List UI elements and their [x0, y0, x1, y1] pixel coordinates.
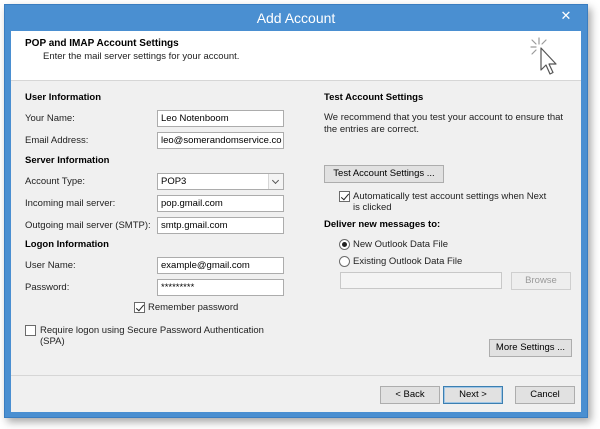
- close-icon[interactable]: ✕: [549, 6, 583, 26]
- incoming-server-label: Incoming mail server:: [25, 198, 116, 209]
- add-account-window: Add Account ✕ POP and IMAP Account Setti…: [4, 4, 588, 418]
- password-label: Password:: [25, 282, 70, 293]
- new-data-file-radio[interactable]: [339, 239, 350, 250]
- username-field[interactable]: example@gmail.com: [157, 257, 284, 274]
- password-field[interactable]: *********: [157, 279, 284, 296]
- user-info-heading: User Information: [25, 92, 102, 103]
- auto-test-line2: is clicked: [353, 202, 392, 213]
- server-info-heading: Server Information: [25, 155, 110, 166]
- remember-password-label: Remember password: [148, 302, 239, 313]
- page-title: POP and IMAP Account Settings: [25, 38, 179, 49]
- existing-data-file-label: Existing Outlook Data File: [353, 256, 463, 267]
- email-address-label: Email Address:: [25, 135, 89, 146]
- account-type-select[interactable]: POP3: [157, 173, 284, 190]
- test-settings-heading: Test Account Settings: [324, 92, 424, 103]
- outgoing-server-label: Outgoing mail server (SMTP):: [25, 220, 151, 231]
- next-button[interactable]: Next >: [443, 386, 503, 404]
- test-settings-description: We recommend that you test your account …: [324, 112, 563, 136]
- deliver-messages-heading: Deliver new messages to:: [324, 219, 441, 230]
- spa-label-line2: (SPA): [40, 336, 65, 347]
- test-description-line2: the entries are correct.: [324, 124, 420, 135]
- test-account-settings-button[interactable]: Test Account Settings ...: [324, 165, 444, 183]
- new-data-file-label: New Outlook Data File: [353, 239, 449, 250]
- page-subtitle: Enter the mail server settings for your …: [43, 51, 240, 62]
- spa-label-line1: Require logon using Secure Password Auth…: [40, 325, 264, 336]
- remember-password-checkbox[interactable]: [134, 302, 145, 313]
- sparkle-cursor-icon: [530, 37, 557, 75]
- footer-divider: [11, 375, 581, 376]
- title-bar[interactable]: Add Account ✕: [5, 5, 587, 31]
- back-button[interactable]: < Back: [380, 386, 440, 404]
- test-description-line1: We recommend that you test your account …: [324, 112, 564, 123]
- outgoing-server-field[interactable]: smtp.gmail.com: [157, 217, 284, 234]
- logon-info-heading: Logon Information: [25, 239, 109, 250]
- account-type-label: Account Type:: [25, 176, 86, 187]
- existing-data-file-radio[interactable]: [339, 256, 350, 267]
- your-name-label: Your Name:: [25, 113, 75, 124]
- spa-label: Require logon using Secure Password Auth…: [40, 325, 264, 347]
- spa-checkbox[interactable]: [25, 325, 36, 336]
- username-label: User Name:: [25, 260, 76, 271]
- your-name-field[interactable]: Leo Notenboom: [157, 110, 284, 127]
- account-type-value: POP3: [161, 176, 187, 187]
- dialog-header: POP and IMAP Account Settings Enter the …: [11, 31, 581, 81]
- window-title: Add Account: [256, 10, 336, 26]
- auto-test-checkbox[interactable]: [339, 191, 350, 202]
- browse-button[interactable]: Browse: [511, 272, 571, 290]
- existing-data-file-path[interactable]: [340, 272, 502, 289]
- cancel-button[interactable]: Cancel: [515, 386, 575, 404]
- auto-test-label: Automatically test account settings when…: [353, 191, 546, 213]
- incoming-server-field[interactable]: pop.gmail.com: [157, 195, 284, 212]
- dialog-content: POP and IMAP Account Settings Enter the …: [11, 31, 581, 412]
- auto-test-line1: Automatically test account settings when…: [353, 191, 547, 202]
- more-settings-button[interactable]: More Settings ...: [489, 339, 572, 357]
- email-address-field[interactable]: leo@somerandomservice.co: [157, 132, 284, 149]
- chevron-down-icon[interactable]: [268, 174, 283, 189]
